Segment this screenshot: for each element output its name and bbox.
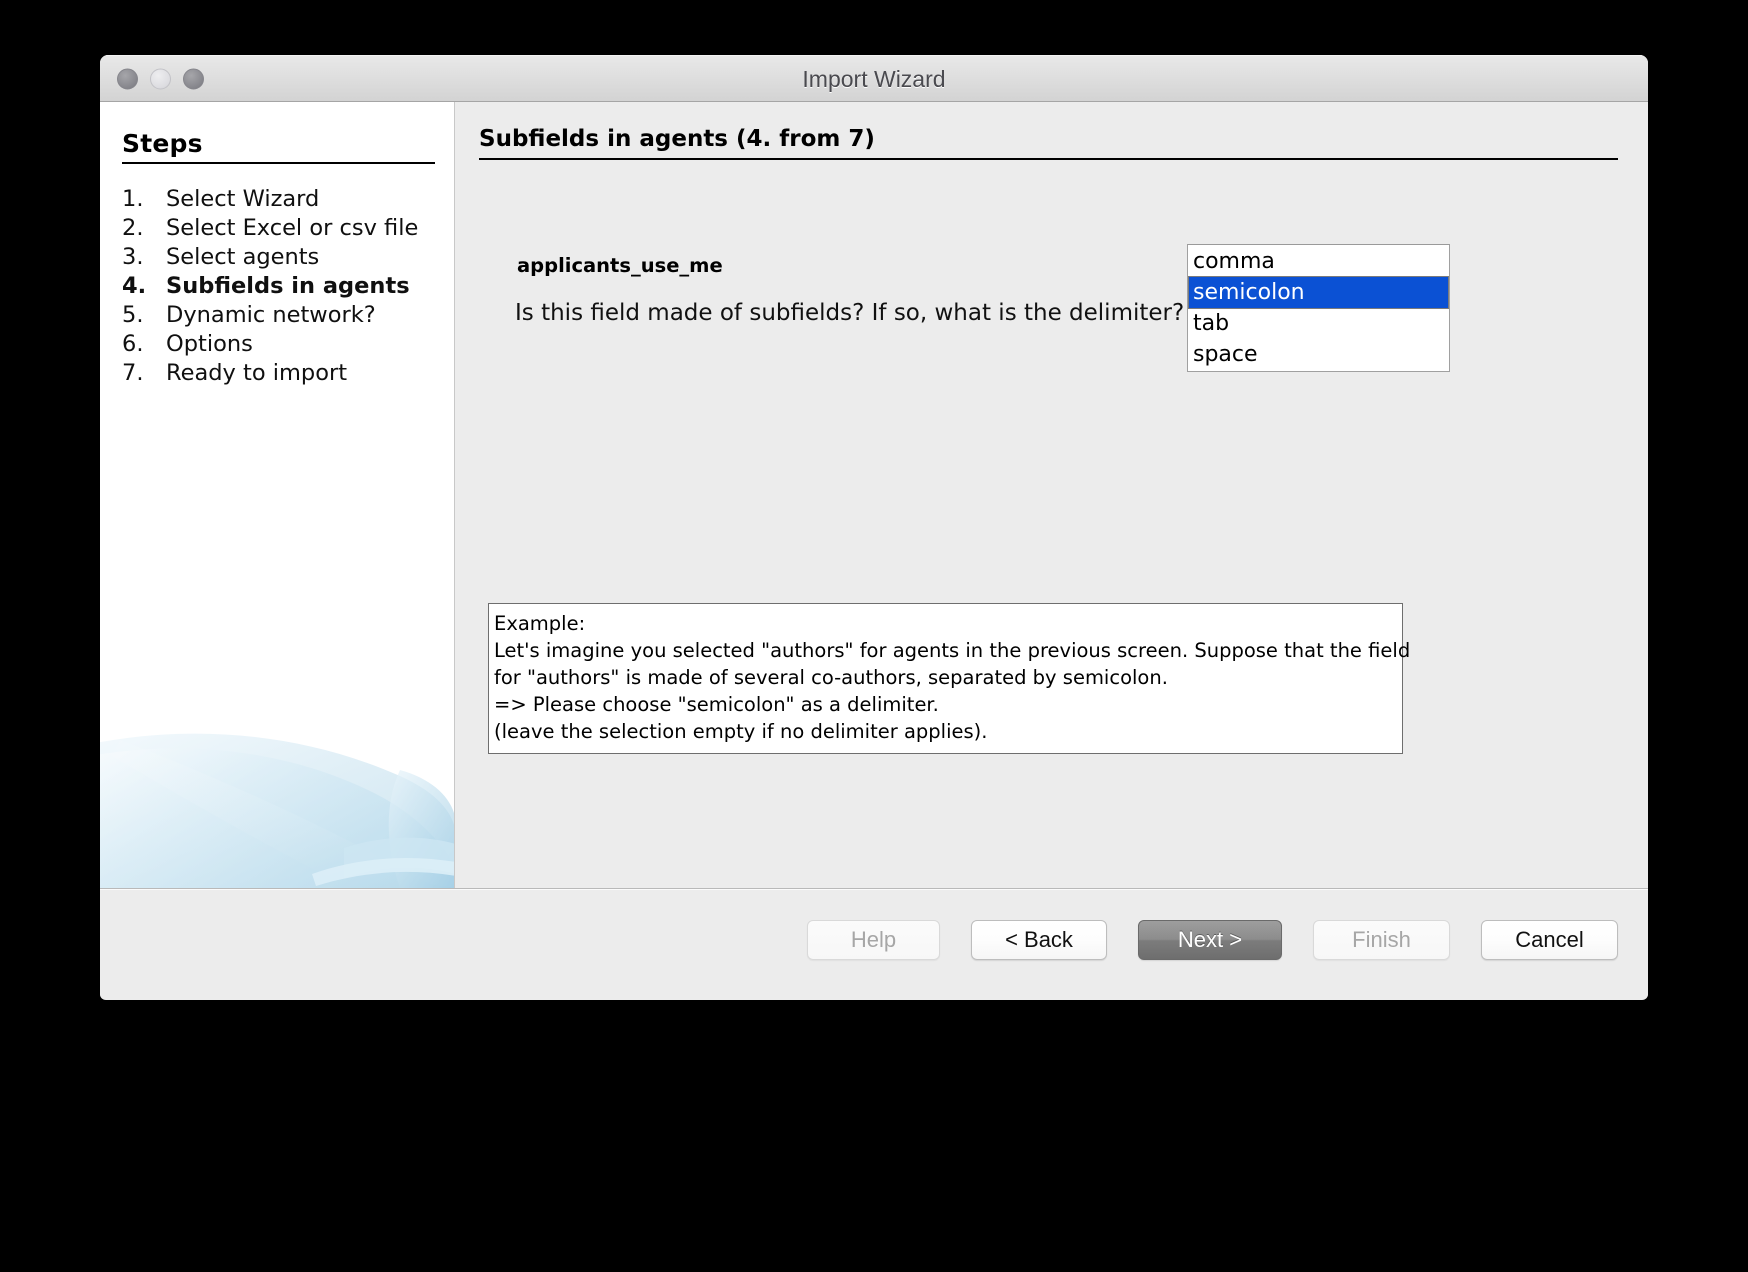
step-number: 5. [122,302,144,328]
close-icon[interactable] [117,68,138,89]
step-label: Ready to import [166,360,348,386]
page-title-divider [479,158,1618,160]
wizard-footer: Help < Back Next > Finish Cancel [100,888,1648,999]
steps-heading: Steps [122,129,203,158]
wizard-main-pane: Subfields in agents (4. from 7) applican… [455,102,1648,888]
sidebar-step-5: 5. Dynamic network? [122,301,454,330]
step-label: Options [166,331,253,357]
delimiter-listbox[interactable]: comma semicolon tab space [1187,244,1450,372]
example-line-1: Example: [494,612,586,635]
finish-button: Finish [1313,920,1450,960]
step-number: 4. [122,273,147,299]
import-wizard-window: Import Wizard Steps 1. Select Wizard 2. Sel… [100,55,1648,1000]
step-label: Select Wizard [166,186,320,212]
steps-heading-divider [122,162,435,164]
step-label: Dynamic network? [166,302,376,328]
minimize-icon[interactable] [150,68,171,89]
wizard-body: Steps 1. Select Wizard 2. Select Excel or c… [100,102,1648,888]
delimiter-option-semicolon[interactable]: semicolon [1188,276,1449,309]
back-button[interactable]: < Back [971,920,1107,960]
next-button[interactable]: Next > [1138,920,1282,960]
window-titlebar: Import Wizard [100,55,1648,102]
step-label: Subfields in agents [166,273,410,299]
step-label: Select Excel or csv file [166,215,419,241]
step-number: 7. [122,360,144,386]
window-controls [117,68,204,89]
delimiter-option-tab[interactable]: tab [1189,308,1448,339]
window-title: Import Wizard [802,66,946,92]
example-help-box: Example: Let's imagine you selected "aut… [488,603,1411,754]
example-line-3: for "authors" is made of several co-auth… [494,666,1168,689]
steps-list: 1. Select Wizard 2. Select Excel or csv fil… [122,185,454,388]
delimiter-option-comma[interactable]: comma [1189,246,1448,277]
step-number: 3. [122,244,144,270]
delimiter-option-space[interactable]: space [1189,339,1448,370]
field-question-label: Is this field made of subfields? If so, … [515,300,1185,326]
step-number: 1. [122,186,144,212]
steps-sidebar: Steps 1. Select Wizard 2. Select Excel or c… [100,102,455,888]
step-label: Select agents [166,244,320,270]
sidebar-step-3: 3. Select agents [122,243,454,272]
sidebar-step-7: 7. Ready to import [122,359,454,388]
example-line-4: => Please choose "semicolon" as a delimi… [494,693,939,716]
sidebar-step-2: 2. Select Excel or csv file [122,214,454,243]
example-line-2: Let's imagine you selected "authors" for… [494,639,1411,662]
maximize-icon[interactable] [183,68,204,89]
footer-button-bar: Help < Back Next > Finish Cancel [807,920,1618,960]
sidebar-step-4: 4. Subfields in agents [122,272,454,301]
cancel-button[interactable]: Cancel [1481,920,1618,960]
help-button: Help [807,920,940,960]
sidebar-step-6: 6. Options [122,330,454,359]
field-name-label: applicants_use_me [517,254,723,277]
step-number: 6. [122,331,144,357]
example-line-5: (leave the selection empty if no delimit… [494,720,988,743]
step-number: 2. [122,215,144,241]
decorative-swoosh-graphic [100,733,454,888]
sidebar-step-1: 1. Select Wizard [122,185,454,214]
page-title: Subfields in agents (4. from 7) [479,126,875,152]
